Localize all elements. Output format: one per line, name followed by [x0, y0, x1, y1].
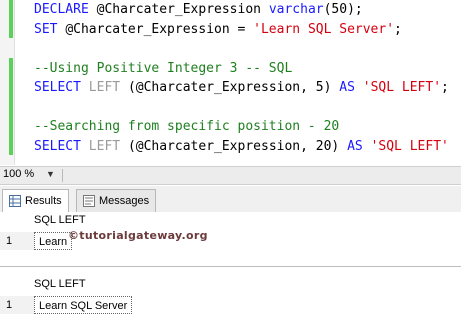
zoom-level[interactable]: 100 %: [3, 168, 34, 180]
column-header[interactable]: SQL LEFT: [34, 214, 86, 226]
change-marker: [9, 0, 13, 38]
dropdown-arrow-icon[interactable]: ▼: [46, 169, 55, 179]
code-token: 'SQL LEFT': [362, 80, 442, 95]
tab-messages[interactable]: Messages: [76, 189, 157, 212]
code-token: ;: [394, 21, 402, 37]
code-token: (@Charcater_Expression, 5): [127, 80, 340, 95]
result-cell[interactable]: Learn: [34, 232, 73, 250]
table-row[interactable]: 1 Learn SQL Server: [0, 296, 461, 314]
row-number: 1: [0, 296, 34, 314]
code-token: LEFT: [88, 80, 128, 95]
code-token: --Using Positive Integer 3 -- SQL: [34, 60, 293, 76]
code-token: --Searching from specific position - 20: [34, 119, 340, 134]
code-line[interactable]: SELECT LEFT (@Charcater_Expression, 20) …: [34, 137, 449, 157]
result-cell[interactable]: Learn SQL Server: [34, 296, 133, 314]
code-token: AS: [339, 80, 363, 95]
code-token: AS: [347, 138, 371, 154]
code-token: @Charcater_Expression: [96, 2, 269, 17]
column-header[interactable]: SQL LEFT: [34, 278, 86, 290]
code-token: SET: [34, 21, 66, 37]
row-number: 1: [0, 232, 34, 250]
tab-messages-label: Messages: [99, 195, 150, 207]
code-token: DECLARE: [34, 2, 97, 17]
code-line[interactable]: [34, 98, 449, 118]
code-token: 'Learn SQL Server': [253, 21, 395, 37]
message-icon: [83, 195, 95, 207]
zoom-bar: 100 % ▼: [0, 166, 461, 185]
code-line[interactable]: DECLARE @Charcater_Expression varchar(50…: [34, 0, 449, 20]
grid-header: SQL LEFT: [0, 212, 461, 230]
grid-header: SQL LEFT: [0, 276, 461, 294]
code-line[interactable]: --Searching from specific position - 20: [34, 117, 449, 137]
change-marker: [9, 58, 13, 155]
results-pane: SQL LEFT 1 Learn ©tutorialgateway.org SQ…: [0, 212, 461, 314]
grid-divider: [0, 266, 461, 267]
code-line[interactable]: --Using Positive Integer 3 -- SQL: [34, 59, 449, 79]
sql-code[interactable]: DECLARE @Charcater_Expression varchar(50…: [34, 0, 449, 156]
editor-gutter: [0, 0, 15, 165]
tab-results-label: Results: [25, 195, 62, 207]
divider: [62, 169, 63, 182]
query-editor[interactable]: DECLARE @Charcater_Expression varchar(50…: [0, 0, 461, 165]
code-token: SELECT: [34, 80, 89, 95]
code-token: ;: [441, 80, 449, 95]
code-line[interactable]: SET @Charcater_Expression = 'Learn SQL S…: [34, 20, 449, 40]
results-tabs: Results Messages: [0, 186, 461, 213]
tab-results[interactable]: Results: [2, 189, 69, 212]
code-token: (@Charcater_Expression, 20): [127, 138, 348, 154]
code-token: 'SQL LEFT': [370, 138, 449, 154]
code-token: @Charcater_Expression =: [65, 21, 254, 37]
code-token: LEFT: [88, 138, 128, 154]
code-line[interactable]: SELECT LEFT (@Charcater_Expression, 5) A…: [34, 78, 449, 98]
code-line[interactable]: [34, 39, 449, 59]
code-token: (50);: [323, 2, 363, 17]
code-token: varchar: [268, 2, 324, 17]
watermark: ©tutorialgateway.org: [68, 229, 208, 242]
code-token: SELECT: [34, 138, 89, 154]
grid-icon: [9, 195, 21, 207]
